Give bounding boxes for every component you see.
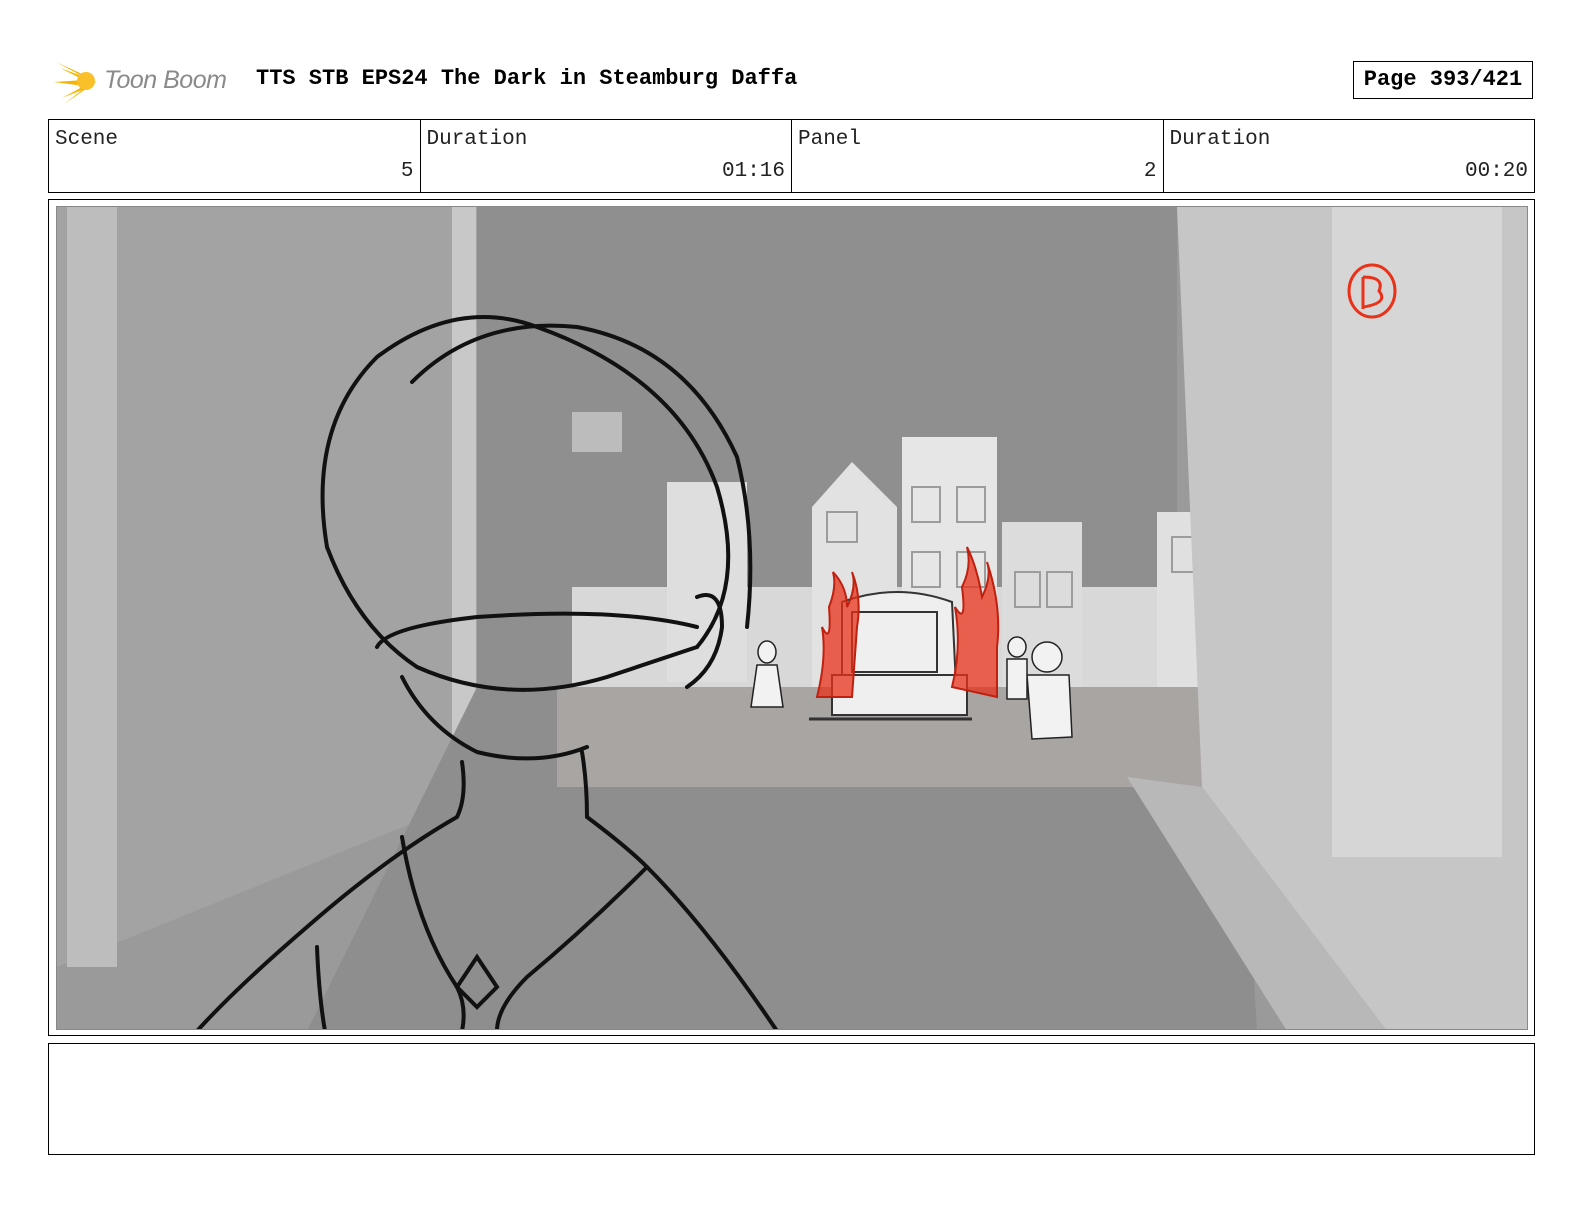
scene-duration-cell: Duration 01:16	[421, 120, 792, 192]
panel-cell: Panel 2	[792, 120, 1164, 192]
scene-duration-label: Duration	[426, 128, 528, 151]
scene-info-table: Scene 5 Duration 01:16 Panel 2 Duration …	[48, 119, 1535, 193]
panel-duration-label: Duration	[1169, 128, 1271, 151]
panel-duration-cell: Duration 00:20	[1164, 120, 1535, 192]
scene-value: 5	[400, 160, 414, 183]
storyboard-sketch: B	[57, 207, 1527, 1029]
panel-value: 2	[1143, 160, 1157, 183]
scene-duration-value: 01:16	[721, 160, 785, 183]
notes-box	[48, 1043, 1535, 1155]
starburst-logo-icon	[54, 62, 96, 104]
panel-duration-value: 00:20	[1464, 160, 1528, 183]
scene-cell: Scene 5	[49, 120, 421, 192]
toon-boom-logo: Toon Boom	[52, 56, 242, 106]
page-number: Page 393/421	[1353, 61, 1533, 99]
panel-label: Panel	[798, 128, 862, 151]
logo-wordmark: Toon Boom	[104, 66, 227, 94]
scene-label: Scene	[55, 128, 119, 151]
document-title: TTS STB EPS24 The Dark in Steamburg Daff…	[256, 66, 798, 91]
storyboard-panel-image: B	[56, 206, 1528, 1030]
